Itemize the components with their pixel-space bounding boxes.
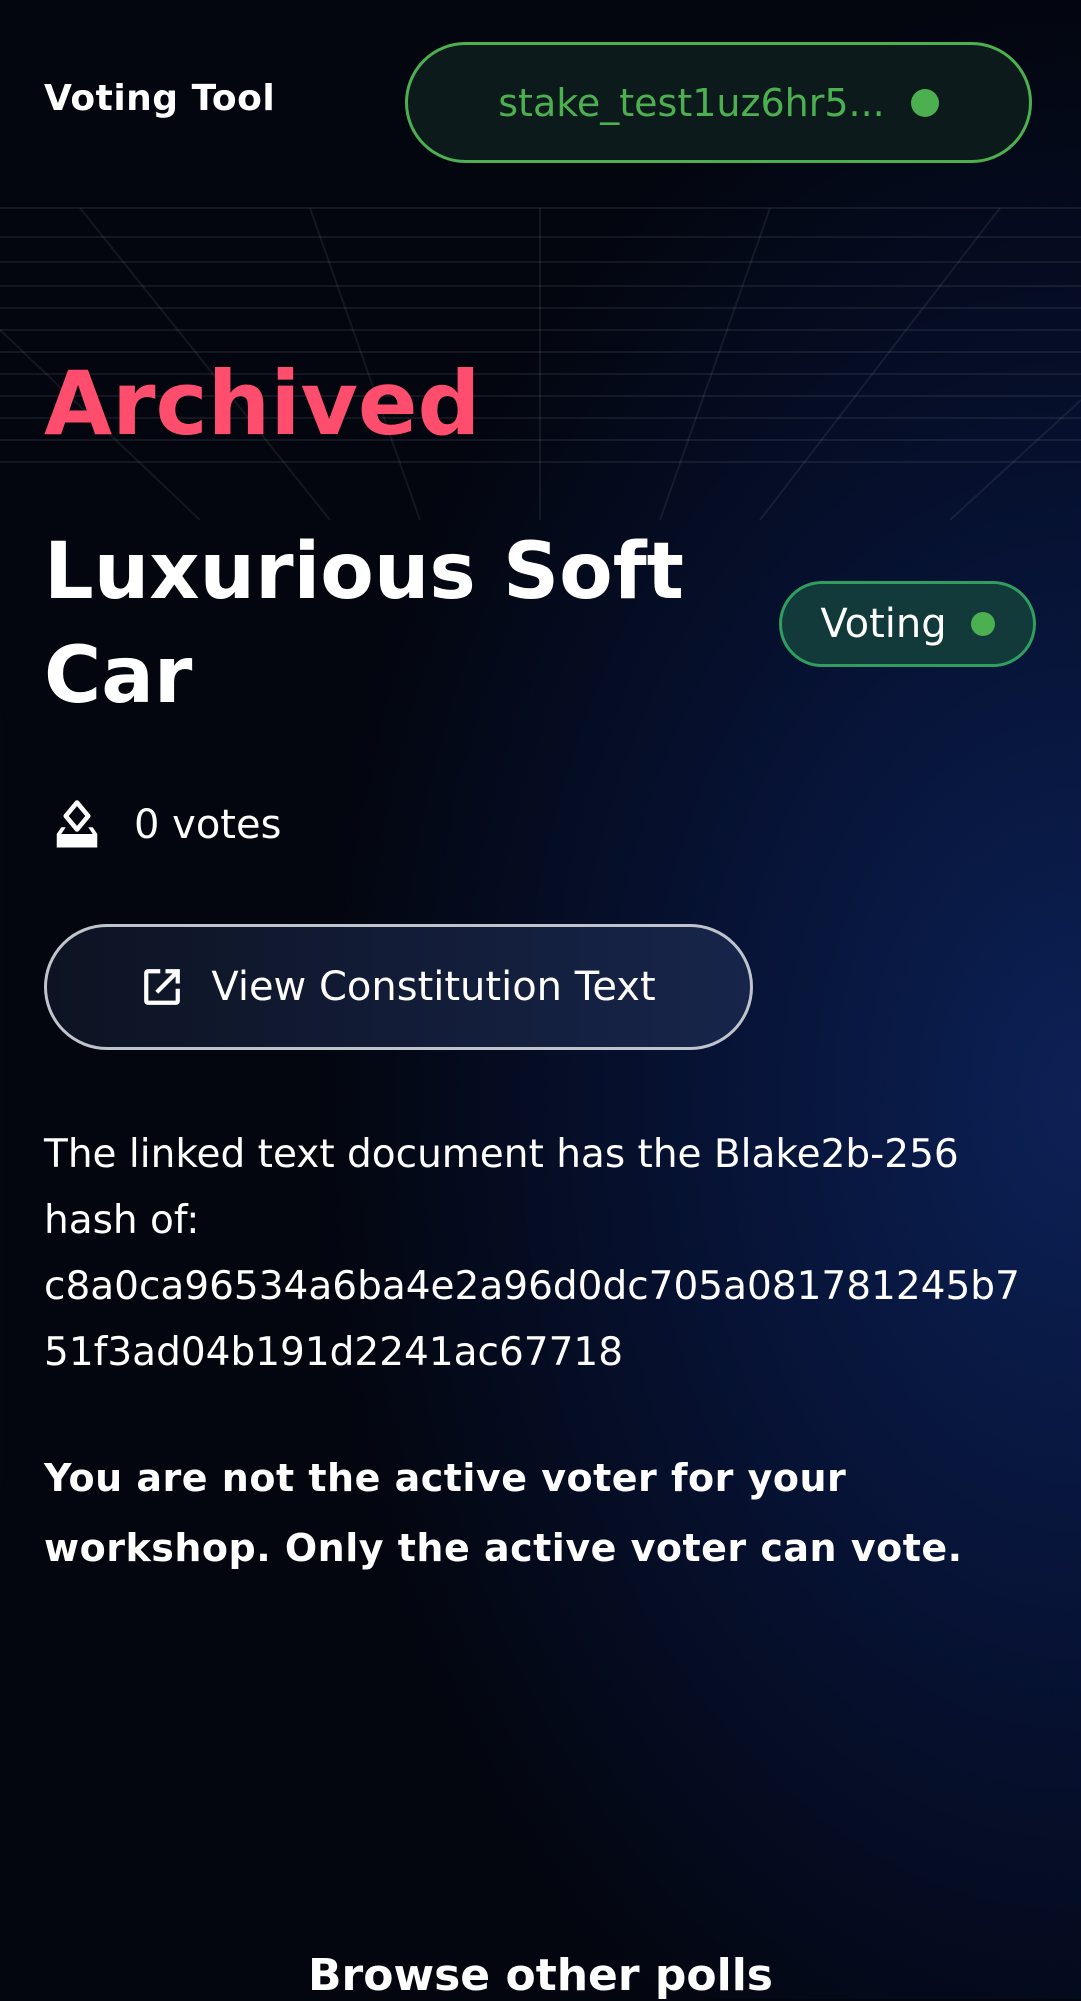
view-constitution-label: View Constitution Text	[211, 964, 656, 1010]
poll-state-label: Archived	[44, 352, 481, 455]
status-badge-label: Voting	[820, 601, 947, 647]
connected-status-dot-icon	[910, 88, 939, 117]
browse-other-polls-link[interactable]: Browse other polls	[0, 1950, 1081, 2001]
app-title: Voting Tool	[44, 78, 276, 119]
status-dot-icon	[970, 612, 995, 636]
view-constitution-button[interactable]: View Constitution Text	[44, 924, 753, 1050]
status-badge: Voting	[779, 581, 1036, 667]
poll-title: Luxurious Soft Car	[44, 527, 684, 721]
wallet-button[interactable]: stake_test1uz6hr5...	[405, 42, 1032, 163]
hash-description: The linked text document has the Blake2b…	[44, 1122, 1044, 1386]
external-link-icon	[144, 969, 181, 1005]
hash-intro: The linked text document has the Blake2b…	[44, 1132, 959, 1243]
vote-count-text: 0 votes	[134, 802, 282, 848]
document-hash: c8a0ca96534a6ba4e2a96d0dc705a081781245b7…	[44, 1264, 1020, 1375]
vote-count: 0 votes	[50, 798, 281, 852]
wallet-address: stake_test1uz6hr5...	[498, 80, 885, 125]
inactive-voter-notice: You are not the active voter for your wo…	[44, 1456, 963, 1570]
ballot-box-icon	[56, 800, 98, 848]
